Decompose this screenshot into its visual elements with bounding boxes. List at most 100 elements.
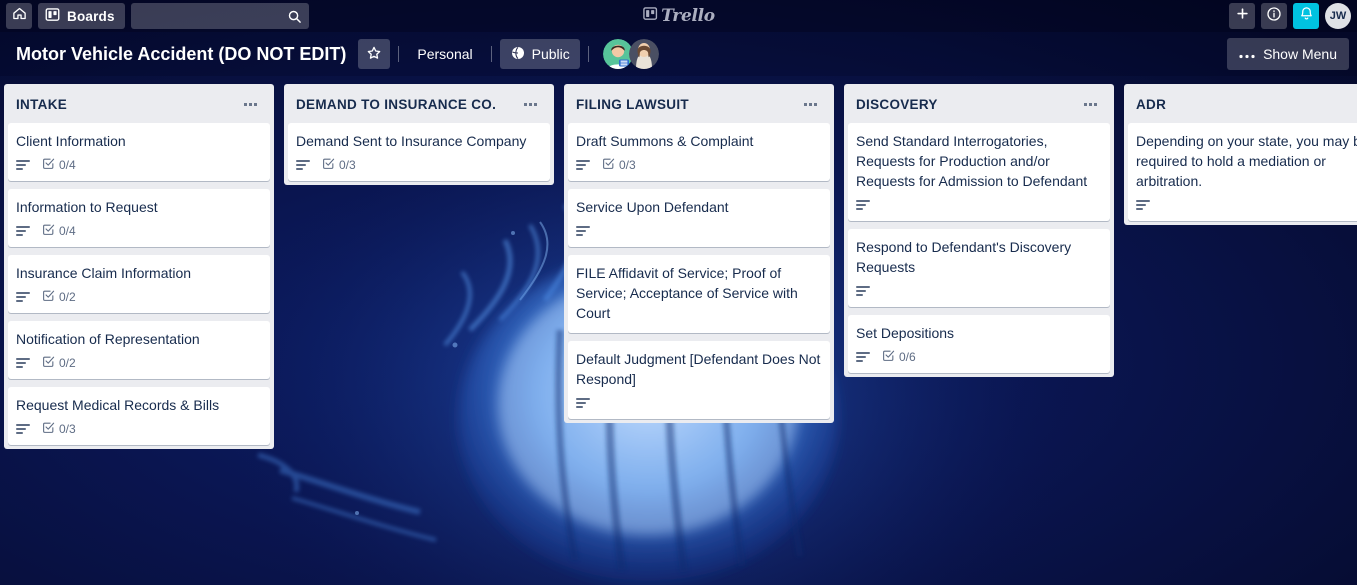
card-badges [576, 221, 822, 241]
checklist-count: 0/6 [899, 350, 916, 364]
list-title[interactable]: DEMAND TO INSURANCE CO. [296, 97, 518, 112]
description-icon [856, 286, 870, 296]
board-card[interactable]: Respond to Defendant's Discovery Request… [848, 229, 1110, 307]
board-card[interactable]: Draft Summons & Complaint 0/3 [568, 123, 830, 181]
list-actions-icon[interactable] [1078, 94, 1102, 114]
board-card[interactable]: Request Medical Records & Bills 0/3 [8, 387, 270, 445]
card-description-badge [856, 352, 870, 362]
trello-board-icon [642, 6, 657, 26]
description-icon [16, 424, 30, 434]
card-badges [576, 393, 822, 413]
add-button[interactable] [1229, 3, 1255, 29]
card-description-badge [296, 160, 310, 170]
checklist-count: 0/3 [59, 422, 76, 436]
board-card[interactable]: Insurance Claim Information 0/2 [8, 255, 270, 313]
home-button[interactable] [6, 3, 32, 29]
show-menu-button[interactable]: Show Menu [1227, 38, 1349, 70]
list-title[interactable]: FILING LAWSUIT [576, 97, 798, 112]
card-badges: 0/2 [16, 287, 262, 307]
search-field-wrapper [130, 3, 309, 29]
checklist-count: 0/3 [619, 158, 636, 172]
list-header: INTAKE [8, 84, 270, 123]
card-title: Information to Request [16, 199, 158, 215]
card-badges [856, 195, 1102, 215]
bell-icon [1299, 6, 1314, 26]
visibility-label: Public [531, 46, 570, 62]
user-avatar[interactable]: JW [1325, 3, 1351, 29]
card-title: Depending on your state, you may be requ… [1136, 133, 1357, 189]
list-title[interactable]: ADR [1136, 97, 1357, 112]
info-circle-icon [1266, 6, 1282, 27]
list-title[interactable]: INTAKE [16, 97, 238, 112]
board-card[interactable]: Send Standard Interrogatories, Requests … [848, 123, 1110, 221]
information-button[interactable] [1261, 3, 1287, 29]
description-icon [296, 160, 310, 170]
card-description-badge [576, 160, 590, 170]
list-actions-icon[interactable] [238, 94, 262, 114]
checklist-icon [42, 289, 55, 305]
checklist-icon [42, 355, 55, 371]
search-input[interactable] [130, 3, 309, 29]
board-card[interactable]: Information to Request 0/4 [8, 189, 270, 247]
checklist-icon [42, 157, 55, 173]
card-title: Client Information [16, 133, 126, 149]
board-card[interactable]: Default Judgment [Defendant Does Not Res… [568, 341, 830, 419]
card-description-badge [16, 292, 30, 302]
boards-button[interactable]: Boards [38, 3, 125, 29]
card-checklist-badge: 0/4 [42, 157, 76, 173]
boards-button-label: Boards [67, 8, 115, 24]
page-title[interactable]: Motor Vehicle Accident (DO NOT EDIT) [10, 40, 352, 69]
notifications-button[interactable] [1293, 3, 1319, 29]
board-card[interactable]: Set Depositions 0/6 [848, 315, 1110, 373]
workspace-button[interactable]: Personal [407, 46, 482, 62]
card-description-badge [576, 398, 590, 408]
ellipsis-icon [1239, 46, 1255, 62]
board-card[interactable]: Demand Sent to Insurance Company 0/3 [288, 123, 550, 181]
header-divider [490, 46, 492, 62]
home-icon [12, 6, 27, 26]
trello-logo[interactable]: Trello [642, 6, 715, 26]
card-badges [1136, 195, 1357, 215]
card-checklist-badge: 0/3 [602, 157, 636, 173]
card-title: Request Medical Records & Bills [16, 397, 220, 413]
card-badges: 0/3 [576, 155, 822, 175]
checklist-count: 0/2 [59, 356, 76, 370]
card-checklist-badge: 0/2 [42, 289, 76, 305]
card-badges: 0/4 [16, 221, 262, 241]
list-cards: Demand Sent to Insurance Company 0/3 [288, 123, 550, 181]
board-card[interactable]: Notification of Representation 0/2 [8, 321, 270, 379]
board-card[interactable]: Depending on your state, you may be requ… [1128, 123, 1357, 221]
list-actions-icon[interactable] [798, 94, 822, 114]
list-actions-icon[interactable] [518, 94, 542, 114]
card-badges: 0/4 [16, 155, 262, 175]
board-members [602, 39, 659, 69]
card-checklist-badge: 0/2 [42, 355, 76, 371]
board-list: DISCOVERY Send Standard Interrogatories, … [844, 84, 1114, 377]
description-icon [1136, 200, 1150, 210]
card-description-badge [576, 226, 590, 236]
top-navigation-bar: Boards Trello JW [0, 0, 1357, 32]
card-description-badge [16, 226, 30, 236]
checklist-count: 0/3 [339, 158, 356, 172]
board-lists-container[interactable]: INTAKE Client Information 0/4 Information t… [0, 76, 1357, 585]
board-list: DEMAND TO INSURANCE CO. Demand Sent to In… [284, 84, 554, 185]
card-description-badge [16, 160, 30, 170]
star-board-button[interactable] [358, 39, 391, 69]
list-cards: Send Standard Interrogatories, Requests … [848, 123, 1110, 373]
show-menu-label: Show Menu [1263, 46, 1337, 62]
card-title: Notification of Representation [16, 331, 200, 347]
visibility-button[interactable]: Public [499, 39, 580, 69]
board-card[interactable]: FILE Affidavit of Service; Proof of Serv… [568, 255, 830, 333]
board-list: INTAKE Client Information 0/4 Information t… [4, 84, 274, 449]
list-title[interactable]: DISCOVERY [856, 97, 1078, 112]
description-icon [16, 358, 30, 368]
list-header: ADR [1128, 84, 1357, 123]
search-icon[interactable] [285, 6, 305, 26]
checklist-icon [42, 223, 55, 239]
member-avatar-2[interactable] [628, 39, 659, 69]
card-checklist-badge: 0/3 [42, 421, 76, 437]
board-card[interactable]: Service Upon Defendant [568, 189, 830, 247]
board-list: ADR Depending on your state, you may be r… [1124, 84, 1357, 225]
star-icon [366, 45, 382, 64]
board-card[interactable]: Client Information 0/4 [8, 123, 270, 181]
